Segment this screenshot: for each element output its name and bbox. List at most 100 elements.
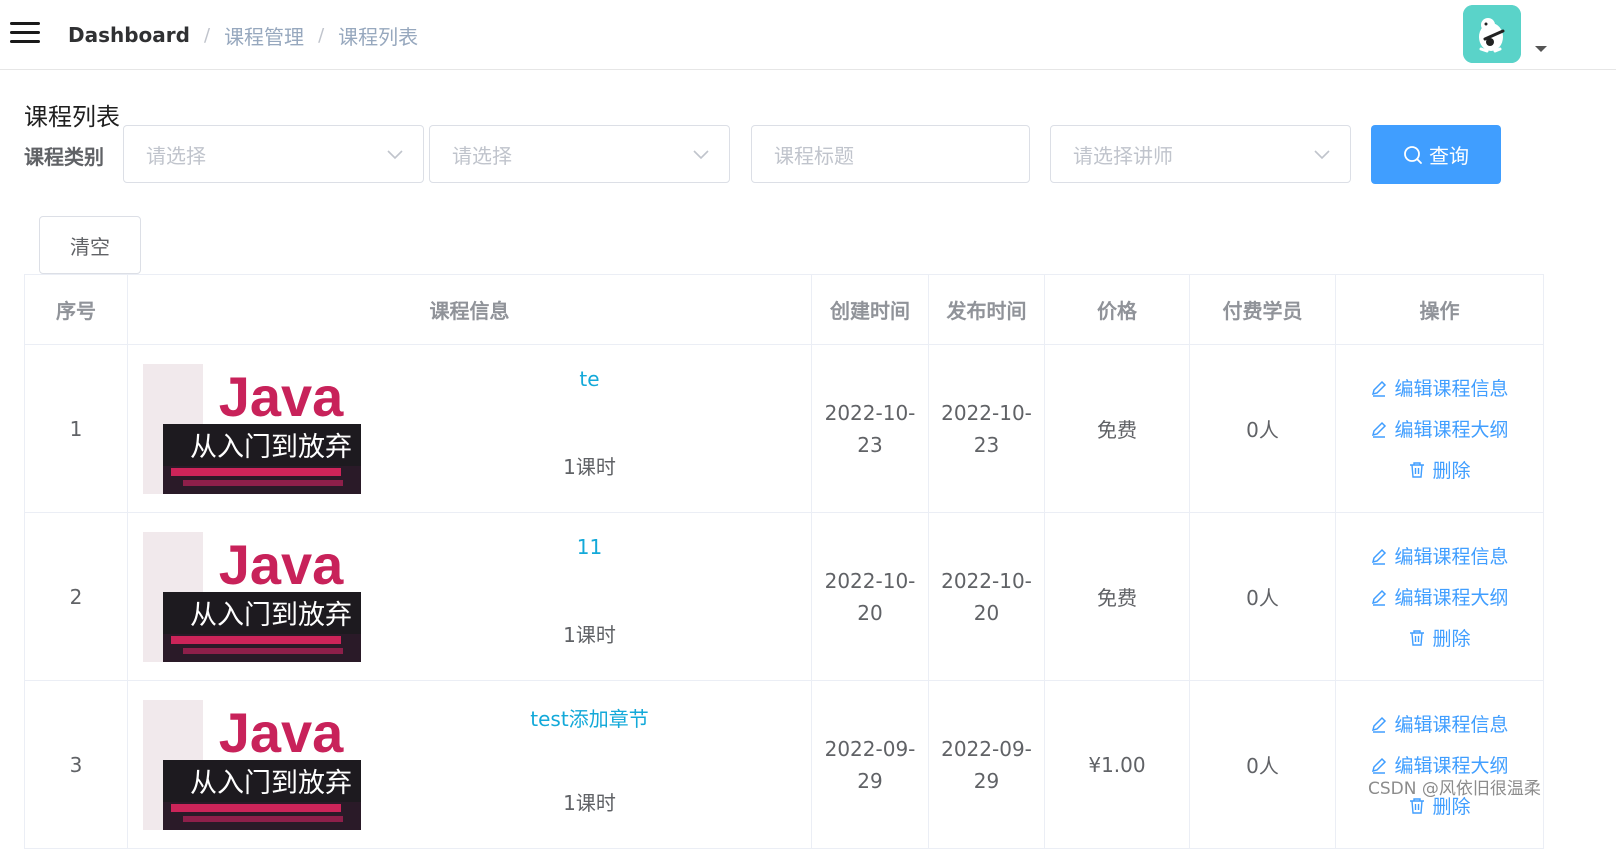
table-row: 2 Java 从入门到放弃 11 1课时 2022-10- 20 2022-10-… — [24, 512, 1544, 681]
edit-icon — [1372, 589, 1387, 606]
paid-students: 0人 — [1189, 344, 1336, 513]
cover-java-text: Java — [219, 533, 344, 596]
row-index: 1 — [24, 344, 128, 513]
table-header-row: 序号 课程信息 创建时间 发布时间 价格 付费学员 操作 — [24, 274, 1544, 345]
delete-course-label: 删除 — [1432, 460, 1471, 482]
edit-course-info-label: 编辑课程信息 — [1394, 714, 1509, 736]
course-lessons: 1课时 — [563, 455, 616, 479]
user-avatar[interactable] — [1463, 5, 1521, 63]
row-index: 2 — [24, 512, 128, 681]
query-button[interactable]: 查询 — [1371, 125, 1501, 184]
table-row: 1 Java 从入门到放弃 te 1课时 2022-10- 23 2022-10-… — [24, 344, 1544, 513]
course-info-cell: Java 从入门到放弃 te 1课时 — [127, 344, 812, 513]
edit-course-outline-label: 编辑课程大纲 — [1394, 419, 1509, 441]
edit-icon — [1372, 380, 1387, 397]
header-created-time: 创建时间 — [811, 274, 929, 345]
actions-cell: 编辑课程信息 编辑课程大纲 删除 — [1335, 512, 1544, 681]
header-actions: 操作 — [1335, 274, 1544, 345]
trash-icon — [1410, 629, 1425, 646]
category-level2-placeholder: 请选择 — [452, 143, 512, 168]
delete-course-button[interactable]: 删除 — [1408, 624, 1471, 651]
category-level2-select[interactable]: 请选择 — [429, 125, 730, 183]
edit-icon — [1372, 421, 1387, 438]
delete-course-label: 删除 — [1432, 628, 1471, 650]
category-filter-label: 课程类别 — [24, 145, 104, 169]
chevron-down-icon — [387, 150, 403, 160]
course-info-cell: Java 从入门到放弃 11 1课时 — [127, 512, 812, 681]
actions-cell: 编辑课程信息 编辑课程大纲 删除 — [1335, 680, 1544, 849]
edit-course-outline-button[interactable]: 编辑课程大纲 — [1370, 583, 1509, 610]
edit-icon — [1372, 757, 1387, 774]
course-lessons: 1课时 — [563, 791, 616, 815]
actions-cell: 编辑课程信息 编辑课程大纲 删除 — [1335, 344, 1544, 513]
price: 免费 — [1044, 512, 1190, 681]
header-paid-students: 付费学员 — [1189, 274, 1336, 345]
course-title-placeholder: 课程标题 — [774, 143, 854, 168]
course-title-link[interactable]: te — [368, 367, 811, 391]
paid-students: 0人 — [1189, 680, 1336, 849]
user-dropdown-caret-icon[interactable] — [1535, 46, 1547, 52]
course-cover-image: Java 从入门到放弃 — [143, 532, 361, 662]
created-time: 2022-10- 23 — [811, 344, 929, 513]
edit-course-outline-label: 编辑课程大纲 — [1394, 587, 1509, 609]
paid-students: 0人 — [1189, 512, 1336, 681]
price: ¥1.00 — [1044, 680, 1190, 849]
edit-icon — [1372, 548, 1387, 565]
navbar: Dashboard / 课程管理 / 课程列表 — [0, 0, 1616, 70]
price: 免费 — [1044, 344, 1190, 513]
avatar-cartoon-icon — [1463, 5, 1521, 63]
category-level1-placeholder: 请选择 — [146, 143, 206, 168]
published-time: 2022-09- 29 — [928, 680, 1045, 849]
created-time: 2022-10- 20 — [811, 512, 929, 681]
header-published-time: 发布时间 — [928, 274, 1045, 345]
published-time: 2022-10- 23 — [928, 344, 1045, 513]
edit-course-info-label: 编辑课程信息 — [1394, 378, 1509, 400]
cover-java-text: Java — [219, 365, 344, 428]
edit-course-info-button[interactable]: 编辑课程信息 — [1370, 542, 1509, 569]
row-index: 3 — [24, 680, 128, 849]
breadcrumb-dashboard[interactable]: Dashboard — [68, 23, 190, 47]
breadcrumb: Dashboard / 课程管理 / 课程列表 — [68, 21, 418, 49]
header-price: 价格 — [1044, 274, 1190, 345]
trash-icon — [1410, 461, 1425, 478]
course-lessons: 1课时 — [563, 623, 616, 647]
cover-subtitle-text: 从入门到放弃 — [190, 600, 352, 631]
clear-button-label: 清空 — [70, 234, 110, 259]
course-table: 序号 课程信息 创建时间 发布时间 价格 付费学员 操作 1 Java 从入门到… — [24, 274, 1544, 849]
category-level1-select[interactable]: 请选择 — [123, 125, 424, 183]
edit-course-info-button[interactable]: 编辑课程信息 — [1370, 374, 1509, 401]
chevron-down-icon — [1314, 150, 1330, 160]
course-title-link[interactable]: 11 — [368, 535, 811, 559]
breadcrumb-separator: / — [318, 24, 325, 46]
created-time: 2022-09- 29 — [811, 680, 929, 849]
breadcrumb-course-management[interactable]: 课程管理 — [224, 21, 304, 50]
cover-java-text: Java — [219, 701, 344, 764]
edit-course-outline-button[interactable]: 编辑课程大纲 — [1370, 415, 1509, 442]
course-cover-image: Java 从入门到放弃 — [143, 700, 361, 830]
published-time: 2022-10- 20 — [928, 512, 1045, 681]
search-icon — [1404, 145, 1422, 164]
page-title: 课程列表 — [24, 103, 120, 131]
query-button-label: 查询 — [1429, 144, 1469, 168]
course-title-input[interactable]: 课程标题 — [751, 125, 1030, 183]
watermark: CSDN @风依旧很温柔 — [1368, 779, 1541, 799]
hamburger-menu-icon[interactable] — [10, 20, 40, 46]
course-title-link[interactable]: test添加章节 — [368, 703, 811, 732]
edit-icon — [1372, 716, 1387, 733]
edit-course-info-label: 编辑课程信息 — [1394, 546, 1509, 568]
delete-course-button[interactable]: 删除 — [1408, 456, 1471, 483]
teacher-select[interactable]: 请选择讲师 — [1050, 125, 1351, 183]
header-index: 序号 — [24, 274, 128, 345]
teacher-placeholder: 请选择讲师 — [1073, 143, 1173, 168]
edit-course-info-button[interactable]: 编辑课程信息 — [1370, 710, 1509, 737]
cover-subtitle-text: 从入门到放弃 — [190, 768, 352, 799]
chevron-down-icon — [693, 150, 709, 160]
course-cover-image: Java 从入门到放弃 — [143, 364, 361, 494]
breadcrumb-course-list: 课程列表 — [338, 24, 419, 49]
trash-icon — [1410, 797, 1425, 814]
table-row: 3 Java 从入门到放弃 test添加章节 1课时 2022-09- 29 20… — [24, 680, 1544, 849]
header-course-info: 课程信息 — [127, 274, 812, 345]
clear-button[interactable]: 清空 — [39, 216, 141, 274]
cover-subtitle-text: 从入门到放弃 — [190, 432, 352, 463]
breadcrumb-separator: / — [203, 24, 211, 46]
